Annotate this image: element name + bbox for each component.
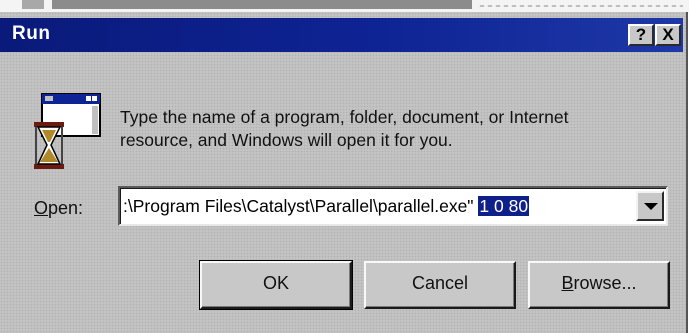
open-combobox[interactable]: :\Program Files\Catalyst\Parallel\parall… [118,186,668,226]
cancel-button[interactable]: Cancel [364,261,516,309]
open-input-selection: 1 0 80 [478,196,530,216]
open-dropdown-button[interactable] [636,191,664,221]
open-input[interactable]: :\Program Files\Catalyst\Parallel\parall… [123,196,530,217]
titlebar[interactable]: Run ? X [0,18,683,52]
close-button[interactable]: X [655,24,681,46]
open-input-text: :\Program Files\Catalyst\Parallel\parall… [123,196,474,216]
help-button[interactable]: ? [628,24,654,46]
open-label-rest: pen: [48,198,84,218]
browse-button[interactable]: Browse... [528,261,670,309]
run-program-icon [34,93,101,169]
instructions-line: Type the name of a program, folder, docu… [120,107,569,127]
instructions-line: resource, and Windows will open it for y… [120,130,453,150]
background-dots [478,5,683,7]
instructions-text: Type the name of a program, folder, docu… [120,106,680,152]
chevron-down-icon [644,203,658,210]
run-dialog: Run ? X Type the name of a program, fold… [0,12,688,333]
ok-button[interactable]: OK [199,260,353,310]
open-label-accelerator: O [34,198,49,218]
open-label: Open: [34,198,83,219]
window-title: Run [12,23,51,44]
background-bar [22,0,44,9]
background-bar [52,0,472,9]
background-window-edge [0,0,689,12]
browse-accelerator: B [561,273,574,293]
browse-label-rest: rowse... [573,273,637,293]
